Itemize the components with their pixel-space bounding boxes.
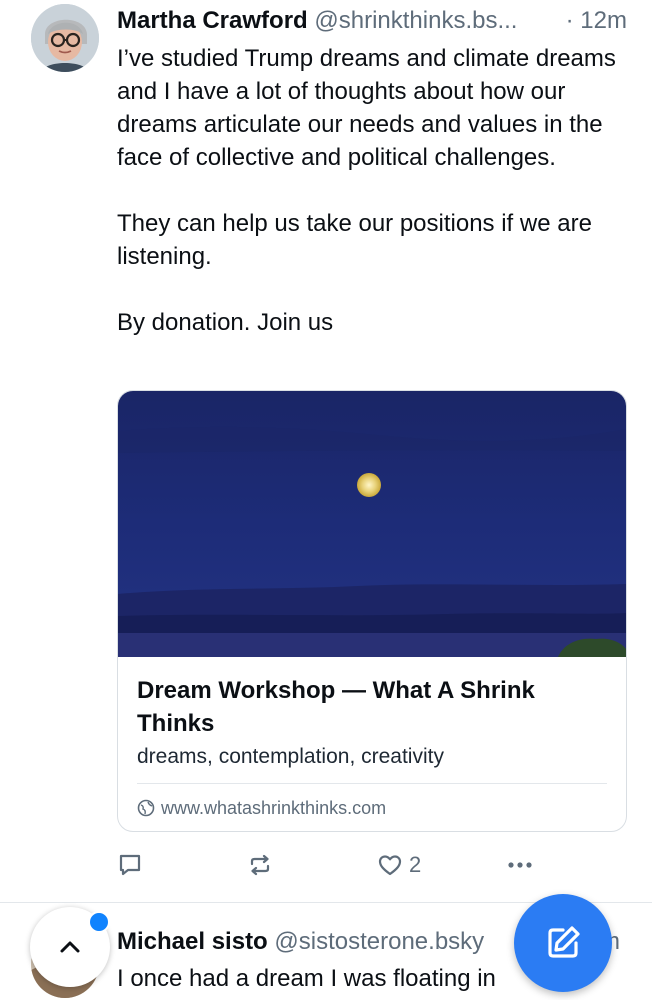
like-button[interactable]: 2 <box>377 848 421 882</box>
post-paragraph: By donation. Join us <box>117 309 334 336</box>
chevron-up-icon <box>60 941 80 953</box>
link-card-title[interactable]: Dream Workshop — What A Shrink Thinks <box>137 674 607 740</box>
avatar[interactable] <box>31 4 99 72</box>
timestamp[interactable]: · 12m <box>566 6 627 36</box>
next-author-handle[interactable]: @sistosterone.bsky <box>274 928 484 955</box>
compose-icon <box>548 926 580 958</box>
more-icon <box>508 862 532 868</box>
link-card-divider <box>137 783 607 784</box>
post-actions: 2 <box>117 848 637 882</box>
post-paragraph: I’ve studied Trump dreams and climate dr… <box>117 45 616 171</box>
post-header: Martha Crawford @shrinkthinks.bs... · 12… <box>117 6 637 36</box>
link-card-url[interactable]: www.whatashrinkthinks.com <box>137 795 386 821</box>
author-name[interactable]: Martha Crawford <box>117 7 308 34</box>
repost-button[interactable] <box>247 848 273 882</box>
like-count: 2 <box>409 852 422 877</box>
avatar-image <box>31 4 99 72</box>
more-button[interactable] <box>505 848 535 882</box>
reply-icon <box>119 854 141 876</box>
reply-button[interactable] <box>117 848 143 882</box>
compose-button[interactable] <box>514 894 612 992</box>
link-card-url-text: www.whatashrinkthinks.com <box>161 797 387 818</box>
heart-icon <box>378 855 402 876</box>
link-card-description: dreams, contemplation, creativity <box>137 745 444 768</box>
repost-icon <box>250 854 270 876</box>
link-card[interactable]: Dream Workshop — What A Shrink Thinks dr… <box>117 390 627 832</box>
author-handle[interactable]: @shrinkthinks.bs... <box>314 7 517 34</box>
notification-dot <box>88 911 110 933</box>
moon-over-sea-image <box>118 391 626 657</box>
post-text: I’ve studied Trump dreams and climate dr… <box>117 42 637 339</box>
post-paragraph: They can help us take our positions if w… <box>117 210 592 270</box>
globe-icon <box>137 799 155 817</box>
next-author-name[interactable]: Michael sisto <box>117 928 268 955</box>
